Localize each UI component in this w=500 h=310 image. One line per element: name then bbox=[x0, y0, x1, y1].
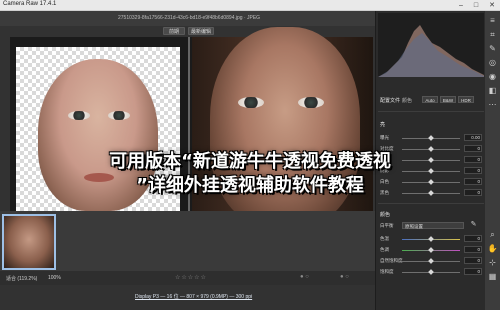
white-balance-select[interactable]: 原照设置 bbox=[402, 222, 464, 229]
slider-vibrance[interactable]: 自然饱和度 0 bbox=[380, 257, 484, 265]
zoom-fit-select[interactable]: 适合 (119.2%) bbox=[6, 275, 37, 282]
bw-button[interactable]: B&W bbox=[440, 96, 456, 103]
slider-label: 曝光 bbox=[380, 135, 389, 140]
eye-right-after bbox=[298, 97, 324, 108]
grid-icon[interactable]: ▦ bbox=[487, 271, 498, 282]
slider-label: 自然饱和度 bbox=[380, 258, 403, 263]
slider-knob[interactable] bbox=[428, 258, 434, 264]
slider-label: 色温 bbox=[380, 236, 389, 241]
hdr-button[interactable]: HDR bbox=[458, 96, 474, 103]
minimize-button[interactable]: – bbox=[455, 0, 467, 11]
slider-value[interactable]: 0 bbox=[464, 246, 482, 253]
app-title: Camera Raw 17.4.1 bbox=[3, 1, 57, 7]
tab-before[interactable]: 前期 bbox=[163, 27, 185, 35]
white-balance-label: 白平衡 bbox=[380, 223, 394, 228]
slider-value[interactable]: 0 bbox=[464, 257, 482, 264]
close-button[interactable]: ✕ bbox=[486, 0, 498, 11]
workflow-bar: Display P3 — 16 位 — 807 × 979 (0.9MP) — … bbox=[0, 285, 375, 310]
slider-saturation[interactable]: 饱和度 0 bbox=[380, 268, 484, 276]
slider-value[interactable]: 0 bbox=[464, 178, 482, 185]
slider-knob[interactable] bbox=[428, 135, 434, 141]
zoom-icon[interactable]: ⌕ bbox=[487, 229, 498, 240]
divider bbox=[378, 203, 484, 204]
slider-exposure[interactable]: 曝光 0.00 bbox=[380, 134, 484, 142]
crop-icon[interactable]: ⌗ bbox=[487, 29, 498, 40]
rating-stars[interactable]: ☆☆☆☆☆ bbox=[175, 274, 207, 281]
file-header: 27510329-8fa17566-231d-43c6-bd18-e9f48b6… bbox=[0, 11, 375, 26]
filmstrip-thumbnail[interactable] bbox=[2, 214, 56, 270]
eyedropper-icon[interactable]: ✎ bbox=[468, 219, 479, 230]
filmstrip bbox=[0, 211, 375, 271]
slider-temperature[interactable]: 色温 0 bbox=[380, 235, 484, 243]
light-section-header[interactable]: 亮 bbox=[380, 121, 385, 128]
eye-left-after bbox=[238, 97, 264, 108]
redeye-icon[interactable]: ◉ bbox=[487, 71, 498, 82]
workflow-options-link[interactable]: Display P3 — 16 位 — 807 × 979 (0.9MP) — … bbox=[135, 293, 252, 300]
overlay-line-1: 可用版本“新道游牛牛透视免费透视 bbox=[109, 151, 391, 172]
auto-button[interactable]: Auto bbox=[422, 96, 438, 103]
file-name: 27510329-8fa17566-231d-43c6-bd18-e9f48b6… bbox=[118, 15, 261, 21]
slider-label: 色调 bbox=[380, 247, 389, 252]
color-section-header[interactable]: 颜色 bbox=[380, 211, 390, 218]
histogram bbox=[378, 13, 484, 77]
window-titlebar: Camera Raw 17.4.1 – □ ✕ bbox=[0, 0, 500, 11]
slider-knob[interactable] bbox=[428, 269, 434, 275]
zoom-bar: 适合 (119.2%) 100% ☆☆☆☆☆ ● ○ ● ○ bbox=[0, 271, 375, 285]
slider-value[interactable]: 0 bbox=[464, 167, 482, 174]
slider-label: 饱和度 bbox=[380, 269, 394, 274]
divider bbox=[378, 111, 484, 112]
maximize-button[interactable]: □ bbox=[470, 0, 482, 11]
slider-value[interactable]: 0 bbox=[464, 268, 482, 275]
heal-icon[interactable]: ✎ bbox=[487, 43, 498, 54]
tool-strip: ≡ ⌗ ✎ ◎ ◉ ◧ ⋯ ⌕ ✋ ⊹ ▦ bbox=[485, 11, 500, 310]
overlay-line-2: ”详细外挂透视辅助软件教程 bbox=[136, 175, 364, 196]
hand-icon[interactable]: ✋ bbox=[487, 243, 498, 254]
slider-value[interactable]: 0 bbox=[464, 156, 482, 163]
slider-knob[interactable] bbox=[428, 236, 434, 242]
eye-left-before bbox=[68, 111, 90, 120]
slider-value[interactable]: 0.00 bbox=[464, 134, 482, 141]
mask-icon[interactable]: ◎ bbox=[487, 57, 498, 68]
zoom-100-select[interactable]: 100% bbox=[48, 275, 61, 281]
edit-icon[interactable]: ≡ bbox=[487, 15, 498, 26]
histogram-graph bbox=[378, 25, 484, 77]
overlay-caption: 可用版本“新道游牛牛透视免费透视 ”详细外挂透视辅助软件教程 bbox=[60, 150, 440, 198]
view-toggle-b[interactable]: ● ○ bbox=[340, 274, 349, 280]
view-toggle-a[interactable]: ● ○ bbox=[300, 274, 309, 280]
tab-after[interactable]: 最新编辑 bbox=[188, 27, 214, 35]
presets-icon[interactable]: ◧ bbox=[487, 85, 498, 96]
slider-value[interactable]: 0 bbox=[464, 189, 482, 196]
more-icon[interactable]: ⋯ bbox=[487, 99, 498, 110]
slider-value[interactable]: 0 bbox=[464, 145, 482, 152]
eye-right-before bbox=[108, 111, 130, 120]
profile-label: 配置文件 bbox=[380, 98, 401, 104]
profile-value[interactable]: 颜色 bbox=[402, 97, 412, 104]
slider-knob[interactable] bbox=[428, 247, 434, 253]
sampler-icon[interactable]: ⊹ bbox=[487, 257, 498, 268]
slider-value[interactable]: 0 bbox=[464, 235, 482, 242]
slider-tint[interactable]: 色调 0 bbox=[380, 246, 484, 254]
